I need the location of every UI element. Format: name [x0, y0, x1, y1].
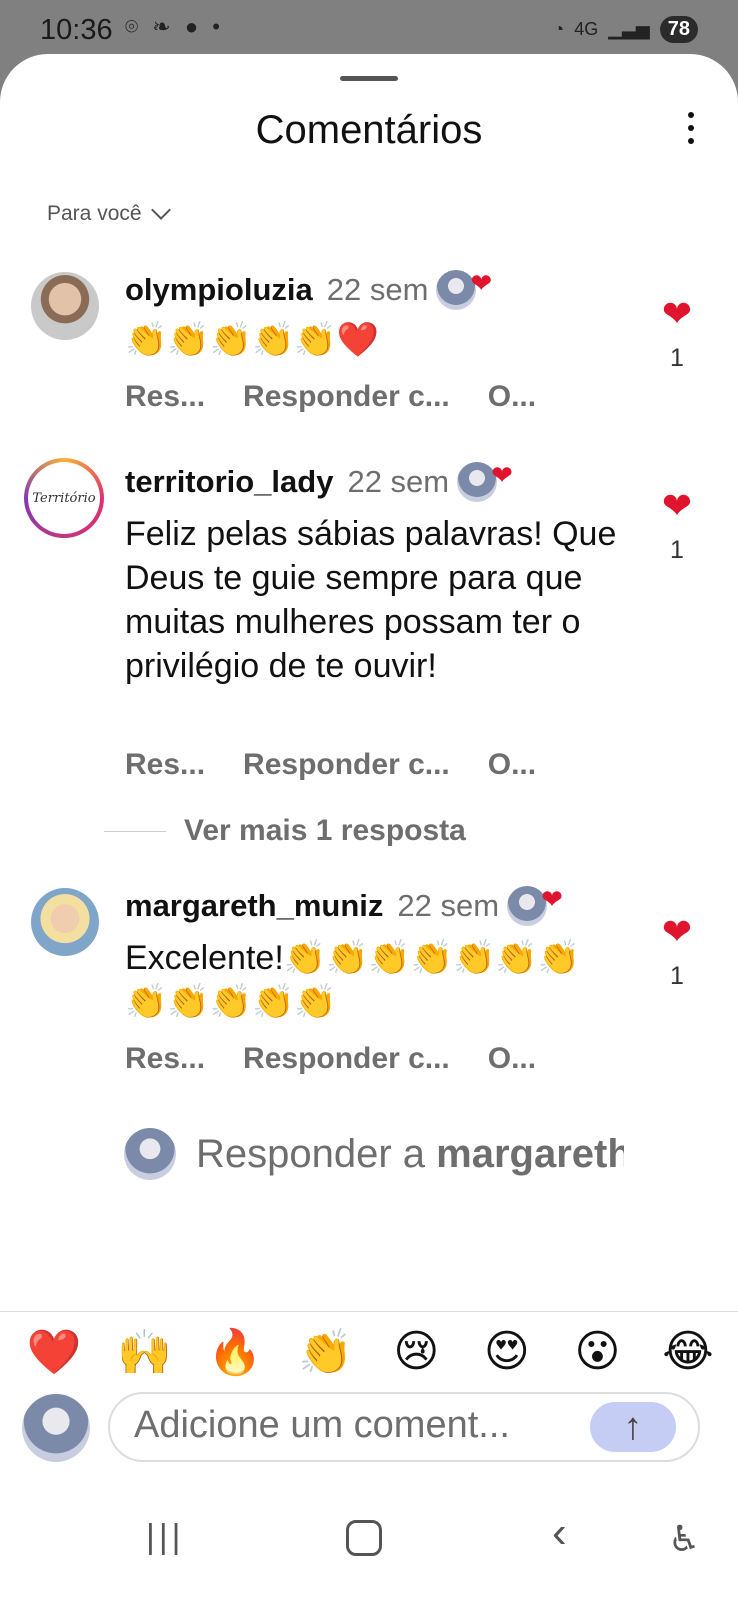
send-button[interactable]: ↑ — [590, 1402, 676, 1452]
comment-meta: territorio_lady 22 sem ❤ — [125, 459, 513, 502]
options-button[interactable]: O... — [488, 1042, 536, 1076]
comment-text: Excelente!👏👏👏👏👏👏👏👏👏👏👏👏 — [125, 939, 581, 1021]
creator-liked-heart-icon: ❤ — [541, 883, 563, 914]
comment-meta: margareth_muniz 22 sem ❤ — [125, 883, 563, 926]
status-icons-right: ◔ 4G ▁▃▅ 78 — [553, 16, 698, 43]
emoji-crying[interactable]: 😢 — [388, 1326, 444, 1378]
view-more-replies[interactable]: Ver mais 1 resposta — [104, 814, 466, 848]
emoji-heart[interactable]: ❤️ — [26, 1326, 82, 1378]
home-icon[interactable] — [346, 1520, 382, 1556]
filter-label: Para você — [47, 202, 142, 225]
comment-actions: Res... Responder c... O... — [125, 380, 574, 414]
battery-indicator: 78 — [659, 16, 698, 43]
recents-icon[interactable]: ||| — [146, 1518, 185, 1557]
comment-text: 👏👏👏👏👏❤️ — [125, 321, 380, 359]
network-label: 4G — [574, 19, 599, 39]
creator-liked-heart-icon: ❤ — [470, 267, 493, 298]
divider — [0, 1311, 738, 1312]
avatar-logo: Território — [28, 462, 100, 534]
comment-actions: Res... Responder c... O... — [125, 1042, 574, 1076]
back-icon[interactable]: ‹ — [552, 1508, 567, 1558]
reply-with-button[interactable]: Responder c... — [243, 380, 450, 414]
like-count: 1 — [670, 344, 684, 372]
comment-input[interactable]: Adicione um coment... ↑ — [108, 1392, 700, 1462]
thread-line — [104, 830, 166, 832]
emoji-raised-hands[interactable]: 🙌 — [117, 1326, 173, 1378]
reply-with-button[interactable]: Responder c... — [243, 748, 450, 782]
comments-sheet: Comentários Para você olympioluzia 22 se… — [0, 54, 738, 1600]
view-more-label: Ver mais 1 resposta — [184, 814, 466, 847]
sheet-title: Comentários — [255, 108, 483, 152]
reply-input-row[interactable]: Responder a margareth_muniz — [124, 1128, 624, 1180]
system-nav-bar: ||| ‹ ♿ — [0, 1492, 738, 1600]
comment-time: 22 sem — [397, 888, 500, 923]
creator-liked-heart-icon: ❤ — [491, 459, 513, 490]
wifi-icon: ◔ — [553, 19, 565, 39]
comment-composer: Adicione um coment... ↑ — [22, 1392, 716, 1462]
reply-with-button[interactable]: Responder c... — [243, 1042, 450, 1076]
comment-username[interactable]: margareth_muniz — [125, 888, 383, 924]
notification-icons: ⌾ ❧ ● • — [125, 14, 224, 39]
reply-target: margareth_muniz — [436, 1131, 624, 1176]
comment-username[interactable]: territorio_lady — [125, 464, 333, 500]
avatar[interactable] — [31, 272, 99, 340]
like-control[interactable]: ❤ 1 — [660, 488, 694, 565]
emoji-surprised[interactable]: 😮 — [569, 1326, 625, 1378]
more-options-icon[interactable] — [686, 112, 696, 148]
emoji-heart-eyes[interactable]: 😍 — [479, 1326, 535, 1378]
comment-username[interactable]: olympioluzia — [125, 272, 313, 308]
user-avatar — [22, 1394, 90, 1462]
status-time: 10:36 — [40, 14, 113, 46]
comment-actions: Res... Responder c... O... — [125, 748, 574, 782]
signal-icon: ▁▃▅ — [608, 19, 650, 39]
options-button[interactable]: O... — [488, 380, 536, 414]
creator-avatar — [124, 1128, 176, 1180]
comment-time: 22 sem — [347, 464, 450, 499]
emoji-laughing[interactable]: 😂 — [660, 1326, 716, 1378]
reply-prefix: Responder a — [196, 1131, 437, 1176]
comment-input-placeholder: Adicione um coment... — [134, 1404, 510, 1446]
reply-placeholder[interactable]: Responder a margareth_muniz — [196, 1132, 624, 1177]
avatar[interactable] — [31, 888, 99, 956]
chevron-down-icon — [150, 200, 171, 220]
emoji-fire[interactable]: 🔥 — [207, 1326, 263, 1378]
like-count: 1 — [670, 536, 684, 564]
comment-time: 22 sem — [326, 272, 429, 307]
accessibility-icon[interactable]: ♿ — [668, 1518, 700, 1560]
emoji-clap[interactable]: 👏 — [298, 1326, 354, 1378]
like-control[interactable]: ❤ 1 — [660, 296, 694, 373]
reply-button[interactable]: Res... — [125, 1042, 205, 1076]
options-button[interactable]: O... — [488, 748, 536, 782]
heart-icon[interactable]: ❤ — [660, 914, 694, 950]
arrow-up-icon: ↑ — [623, 1405, 643, 1448]
heart-icon[interactable]: ❤ — [660, 296, 694, 332]
drag-handle[interactable] — [340, 76, 398, 81]
comment-text: Feliz pelas sábias palavras! Que Deus te… — [125, 515, 617, 685]
reply-button[interactable]: Res... — [125, 380, 205, 414]
comment-meta: olympioluzia 22 sem ❤ — [125, 267, 493, 310]
emoji-quick-bar: ❤️ 🙌 🔥 👏 😢 😍 😮 😂 — [26, 1326, 716, 1378]
avatar[interactable]: Território — [24, 458, 104, 538]
filter-dropdown[interactable]: Para você — [47, 200, 171, 226]
reply-button[interactable]: Res... — [125, 748, 205, 782]
like-control[interactable]: ❤ 1 — [660, 914, 694, 991]
heart-icon[interactable]: ❤ — [660, 488, 694, 524]
like-count: 1 — [670, 962, 684, 990]
